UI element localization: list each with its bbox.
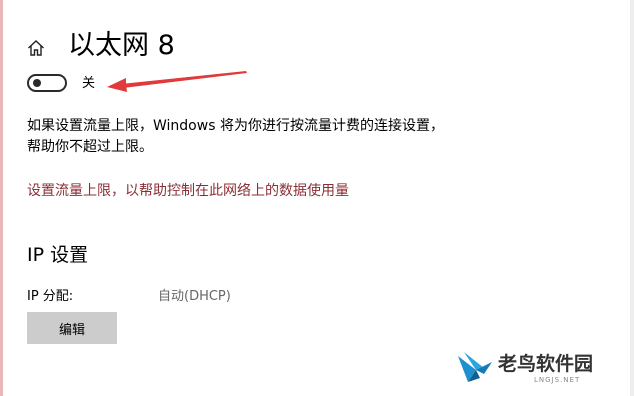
site-watermark: 老鸟软件园 LNGJS.NET xyxy=(454,344,624,390)
metered-connection-toggle[interactable] xyxy=(27,74,67,92)
scrollbar-track[interactable] xyxy=(630,0,634,396)
ip-assignment-label: IP 分配: xyxy=(27,289,74,304)
watermark-name: 老鸟软件园 xyxy=(498,353,594,375)
description-line-2: 帮助你不超过上限。 xyxy=(27,139,153,155)
window-left-edge xyxy=(0,0,3,396)
metered-connection-description: 如果设置流量上限，Windows 将为你进行按流量计费的连接设置， 帮助你不超过… xyxy=(27,116,547,158)
red-annotation-arrow-icon xyxy=(107,71,247,92)
watermark-url: LNGJS.NET xyxy=(534,376,581,384)
toggle-knob xyxy=(33,79,41,87)
description-line-1: 如果设置流量上限，Windows 将为你进行按流量计费的连接设置， xyxy=(27,118,444,134)
edit-ip-button[interactable]: 编辑 xyxy=(27,312,117,344)
bird-logo-icon xyxy=(458,352,492,382)
toggle-state-label: 关 xyxy=(82,76,96,91)
ip-settings-heading: IP 设置 xyxy=(27,244,89,266)
set-data-limit-link[interactable]: 设置流量上限，以帮助控制在此网络上的数据使用量 xyxy=(27,181,349,201)
ip-assignment-value: 自动(DHCP) xyxy=(158,289,231,304)
home-icon[interactable] xyxy=(27,39,45,57)
ethernet-settings-page: 以太网 8 关 如果设置流量上限，Windows 将为你进行按流量计费的连接设置… xyxy=(0,0,634,396)
page-title: 以太网 8 xyxy=(68,30,175,61)
